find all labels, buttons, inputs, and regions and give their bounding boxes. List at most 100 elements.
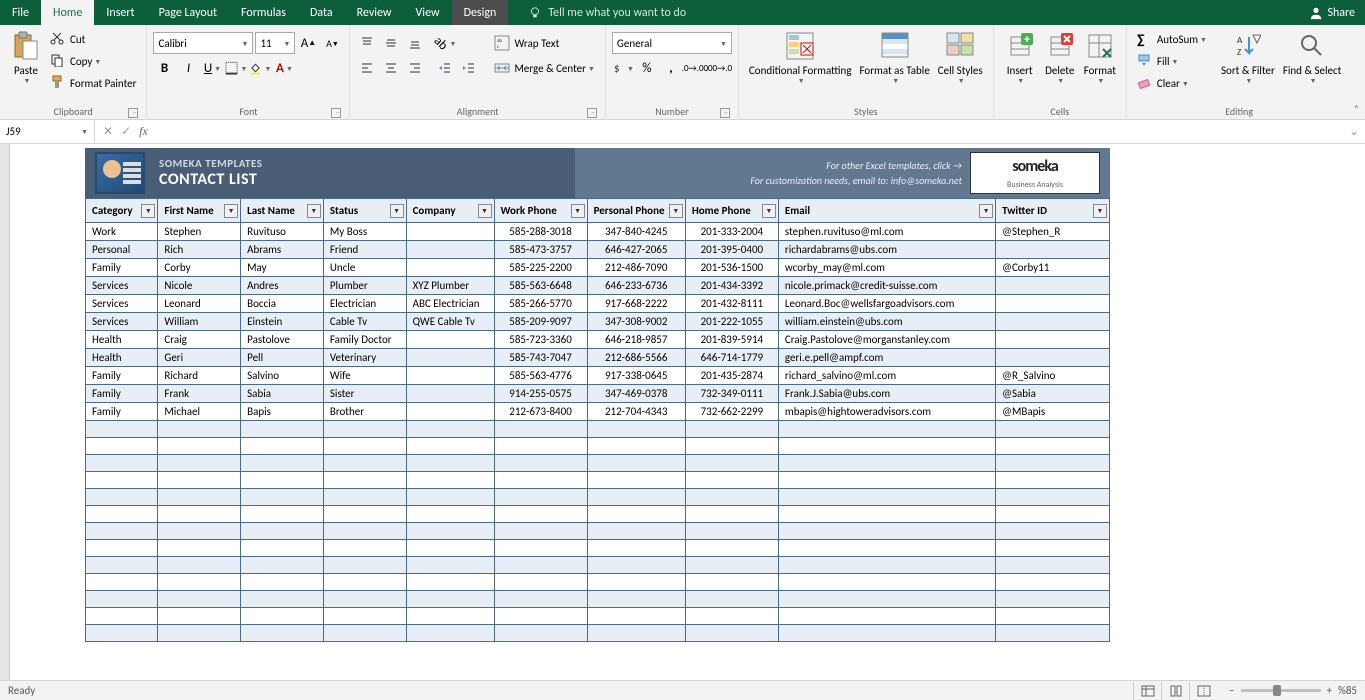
table-row[interactable]: FamilyRichardSalvinoWife585-563-4776917-… bbox=[86, 367, 1110, 385]
cell[interactable] bbox=[778, 421, 995, 438]
cell[interactable] bbox=[86, 472, 158, 489]
cell[interactable] bbox=[778, 591, 995, 608]
table-row[interactable]: FamilyMichaelBapisBrother212-673-8400212… bbox=[86, 403, 1110, 421]
table-row[interactable]: ServicesLeonardBocciaElectricianABC Elec… bbox=[86, 295, 1110, 313]
cell[interactable] bbox=[685, 455, 778, 472]
cell[interactable] bbox=[494, 489, 587, 506]
enter-formula-button[interactable]: ✓ bbox=[121, 124, 131, 139]
cell[interactable]: 585-563-4776 bbox=[494, 367, 587, 385]
cell[interactable]: 732-662-2299 bbox=[685, 403, 778, 421]
comma-button[interactable]: , bbox=[660, 57, 682, 79]
cell[interactable] bbox=[778, 557, 995, 574]
cell[interactable]: 585-266-5770 bbox=[494, 295, 587, 313]
number-launcher[interactable]: ⌐ bbox=[720, 108, 730, 118]
cell[interactable] bbox=[406, 591, 494, 608]
column-header[interactable]: Company▼ bbox=[406, 199, 494, 223]
cell[interactable]: Leonard bbox=[158, 295, 241, 313]
cell[interactable] bbox=[406, 540, 494, 557]
cell[interactable] bbox=[996, 625, 1110, 642]
cell[interactable]: Richard bbox=[158, 367, 241, 385]
tab-insert[interactable]: Insert bbox=[94, 0, 146, 25]
table-row[interactable] bbox=[86, 489, 1110, 506]
cell[interactable] bbox=[158, 625, 241, 642]
cell[interactable]: @Sabia bbox=[996, 385, 1110, 403]
cell[interactable] bbox=[406, 455, 494, 472]
cell[interactable]: 201-395-0400 bbox=[685, 241, 778, 259]
align-center-button[interactable] bbox=[380, 57, 402, 79]
table-row[interactable] bbox=[86, 591, 1110, 608]
bold-button[interactable]: B bbox=[153, 57, 175, 79]
cell[interactable] bbox=[494, 574, 587, 591]
cell[interactable] bbox=[685, 608, 778, 625]
cell[interactable] bbox=[685, 523, 778, 540]
fill-button[interactable]: Fill▼ bbox=[1133, 50, 1211, 72]
filter-dropdown[interactable]: ▼ bbox=[478, 204, 492, 218]
name-box[interactable]: J59▼ bbox=[0, 120, 95, 143]
filter-dropdown[interactable]: ▼ bbox=[307, 204, 321, 218]
autosum-button[interactable]: ∑AutoSum▼ bbox=[1133, 28, 1211, 50]
filter-dropdown[interactable]: ▼ bbox=[571, 204, 585, 218]
table-row[interactable] bbox=[86, 540, 1110, 557]
format-as-table-button[interactable]: Format as Table▼ bbox=[856, 28, 934, 88]
cell[interactable]: Frank.J.Sabia@ubs.com bbox=[778, 385, 995, 403]
cell[interactable]: @Corby11 bbox=[996, 259, 1110, 277]
cell[interactable] bbox=[587, 438, 685, 455]
paste-button[interactable]: Paste▼ bbox=[6, 28, 46, 88]
cell[interactable]: 201-222-1055 bbox=[685, 313, 778, 331]
table-row[interactable] bbox=[86, 438, 1110, 455]
increase-indent-button[interactable] bbox=[458, 57, 480, 79]
cell[interactable] bbox=[494, 557, 587, 574]
tell-me-search[interactable]: Tell me what you want to do bbox=[528, 6, 686, 20]
cell[interactable] bbox=[996, 349, 1110, 367]
cell[interactable] bbox=[406, 331, 494, 349]
cell[interactable]: Cable Tv bbox=[323, 313, 406, 331]
cell[interactable] bbox=[996, 557, 1110, 574]
cell[interactable] bbox=[996, 608, 1110, 625]
cell[interactable] bbox=[86, 523, 158, 540]
table-row[interactable]: FamilyFrankSabiaSister914-255-0575347-46… bbox=[86, 385, 1110, 403]
table-row[interactable] bbox=[86, 523, 1110, 540]
column-header[interactable]: Work Phone▼ bbox=[494, 199, 587, 223]
wrap-text-button[interactable]: abcWrap Text bbox=[490, 32, 598, 54]
cell[interactable] bbox=[587, 625, 685, 642]
cell[interactable] bbox=[996, 331, 1110, 349]
cell[interactable]: 585-209-9097 bbox=[494, 313, 587, 331]
table-row[interactable]: ServicesNicoleAndresPlumberXYZ Plumber58… bbox=[86, 277, 1110, 295]
banner-link-text[interactable]: For other Excel templates, click → bbox=[750, 158, 962, 173]
cell[interactable]: QWE Cable Tv bbox=[406, 313, 494, 331]
cell[interactable]: @Stephen_R bbox=[996, 223, 1110, 241]
cell[interactable] bbox=[323, 523, 406, 540]
cell[interactable] bbox=[158, 421, 241, 438]
accounting-format-button[interactable]: $▼ bbox=[612, 57, 634, 79]
cell[interactable] bbox=[996, 489, 1110, 506]
zoom-in-button[interactable]: + bbox=[1327, 684, 1332, 697]
filter-dropdown[interactable]: ▼ bbox=[669, 204, 683, 218]
cut-button[interactable]: Cut bbox=[46, 28, 140, 50]
cell[interactable] bbox=[996, 574, 1110, 591]
column-header[interactable]: Twitter ID▼ bbox=[996, 199, 1110, 223]
cell[interactable]: 914-255-0575 bbox=[494, 385, 587, 403]
cell[interactable] bbox=[406, 403, 494, 421]
cell[interactable]: Services bbox=[86, 313, 158, 331]
sort-filter-button[interactable]: AZSort & Filter▼ bbox=[1217, 28, 1279, 88]
cell[interactable] bbox=[406, 574, 494, 591]
column-header[interactable]: Personal Phone▼ bbox=[587, 199, 685, 223]
conditional-formatting-button[interactable]: Conditional Formatting▼ bbox=[745, 28, 856, 88]
cell[interactable]: William bbox=[158, 313, 241, 331]
insert-cells-button[interactable]: +Insert▼ bbox=[1000, 28, 1040, 88]
borders-button[interactable]: ▼ bbox=[225, 57, 247, 79]
cell[interactable] bbox=[158, 591, 241, 608]
cell[interactable] bbox=[241, 438, 324, 455]
cell[interactable] bbox=[494, 540, 587, 557]
cell[interactable] bbox=[996, 295, 1110, 313]
cell[interactable] bbox=[86, 438, 158, 455]
cell[interactable]: 201-839-5914 bbox=[685, 331, 778, 349]
cell[interactable] bbox=[86, 489, 158, 506]
cell[interactable]: 585-743-7047 bbox=[494, 349, 587, 367]
tab-view[interactable]: View bbox=[404, 0, 452, 25]
cell[interactable] bbox=[323, 421, 406, 438]
cell[interactable]: Einstein bbox=[241, 313, 324, 331]
cell[interactable]: Salvino bbox=[241, 367, 324, 385]
cell[interactable] bbox=[323, 438, 406, 455]
increase-decimal-button[interactable]: .0→.00 bbox=[684, 57, 706, 79]
